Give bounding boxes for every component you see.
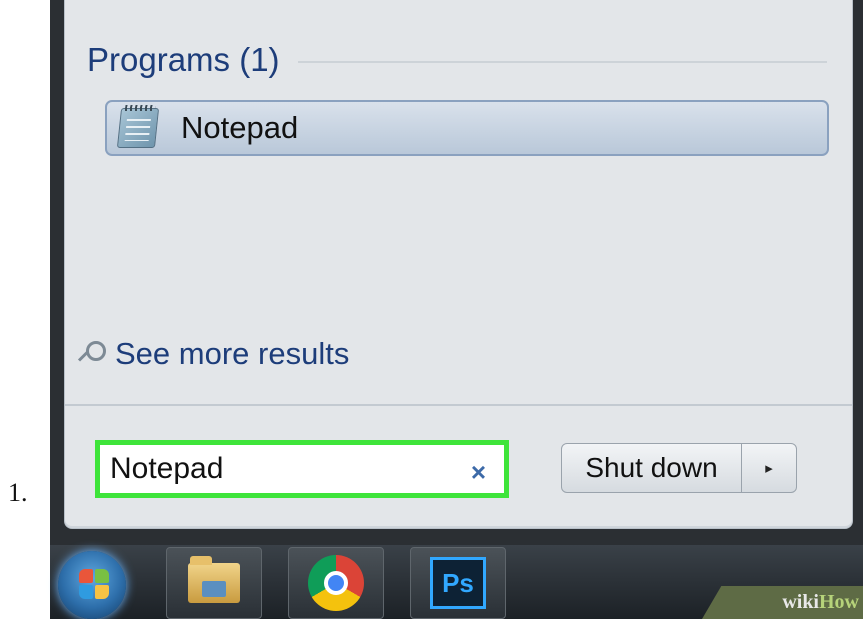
clear-search-icon[interactable]: ×: [471, 457, 486, 488]
search-input[interactable]: [110, 452, 440, 486]
folder-icon: [188, 556, 240, 603]
result-item-notepad[interactable]: Notepad: [105, 100, 829, 156]
watermark-wiki: wiki: [782, 591, 819, 613]
start-button[interactable]: [58, 551, 126, 619]
menu-divider: [65, 404, 852, 406]
windows-logo-icon: [79, 569, 93, 583]
chrome-icon: [308, 555, 364, 611]
search-box[interactable]: ×: [95, 440, 509, 498]
start-menu: Programs (1) Notepad See more results × …: [64, 0, 853, 529]
shutdown-button[interactable]: Shut down: [562, 444, 742, 492]
search-icon: [77, 337, 107, 371]
shutdown-options-arrow-icon[interactable]: ▸: [742, 444, 796, 492]
taskbar-file-explorer[interactable]: [166, 547, 262, 619]
taskbar-photoshop[interactable]: Ps: [410, 547, 506, 619]
step-number: 1.: [8, 478, 28, 507]
programs-section-title: Programs (1): [87, 41, 280, 78]
see-more-results-link[interactable]: See more results: [77, 336, 349, 372]
watermark-how: How: [819, 591, 859, 613]
result-item-label: Notepad: [181, 110, 299, 145]
section-divider-line: [297, 61, 827, 63]
taskbar-chrome[interactable]: [288, 547, 384, 619]
shutdown-group: Shut down ▸: [561, 443, 797, 493]
notepad-icon: [116, 108, 160, 148]
wikihow-watermark: wiki How: [702, 586, 863, 619]
programs-section-header: Programs (1): [87, 38, 827, 82]
photoshop-icon: Ps: [430, 557, 486, 609]
see-more-results-label: See more results: [115, 336, 350, 371]
